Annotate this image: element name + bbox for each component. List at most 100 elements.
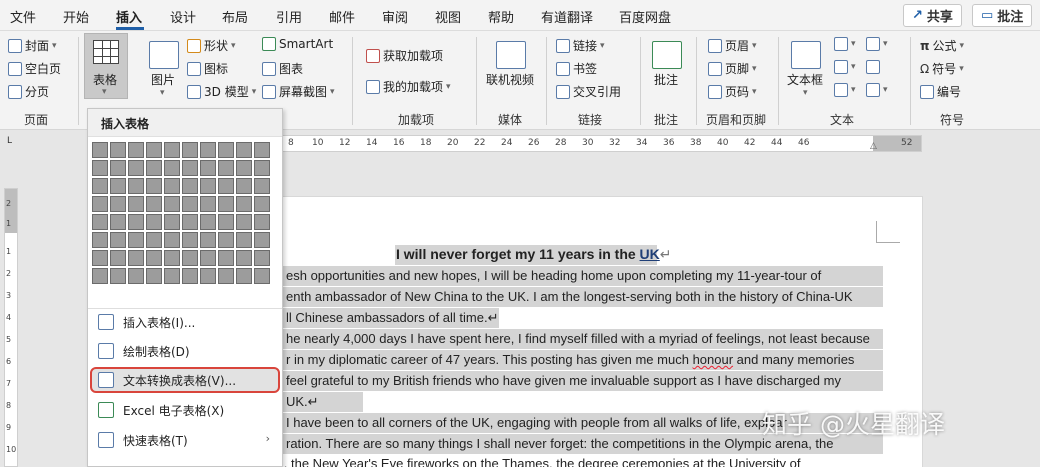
- table-grid-cell[interactable]: [218, 214, 234, 230]
- table-grid-cell[interactable]: [146, 250, 162, 266]
- numbering-button[interactable]: 编号: [920, 83, 961, 100]
- table-grid-cell[interactable]: [92, 214, 108, 230]
- table-grid-cell[interactable]: [182, 160, 198, 176]
- smartart-button[interactable]: SmartArt: [262, 37, 333, 51]
- table-grid-cell[interactable]: [92, 160, 108, 176]
- table-grid-cell[interactable]: [218, 178, 234, 194]
- cross-reference-button[interactable]: 交叉引用: [556, 83, 621, 100]
- table-grid-cell[interactable]: [146, 268, 162, 284]
- page-number-button[interactable]: 页码 ▾: [708, 83, 757, 100]
- table-grid-cell[interactable]: [200, 232, 216, 248]
- table-grid-cell[interactable]: [110, 232, 126, 248]
- tab-design[interactable]: 设计: [170, 7, 196, 26]
- table-grid-cell[interactable]: [218, 160, 234, 176]
- get-addins-button[interactable]: 获取加载项: [366, 47, 443, 64]
- table-grid-cell[interactable]: [254, 250, 270, 266]
- table-grid-cell[interactable]: [128, 214, 144, 230]
- table-grid-cell[interactable]: [92, 196, 108, 212]
- tab-help[interactable]: 帮助: [488, 7, 514, 26]
- tab-mailings[interactable]: 邮件: [329, 7, 355, 26]
- table-grid-cell[interactable]: [254, 268, 270, 284]
- table-grid-cell[interactable]: [254, 178, 270, 194]
- equation-button[interactable]: π 公式 ▾: [920, 37, 964, 54]
- chart-button[interactable]: 图表: [262, 60, 303, 77]
- table-grid-cell[interactable]: [146, 178, 162, 194]
- table-grid-cell[interactable]: [146, 214, 162, 230]
- table-grid-cell[interactable]: [200, 196, 216, 212]
- 3d-models-button[interactable]: 3D 模型 ▾: [187, 83, 256, 100]
- table-grid-cell[interactable]: [128, 178, 144, 194]
- table-grid-cell[interactable]: [146, 142, 162, 158]
- table-grid-cell[interactable]: [128, 196, 144, 212]
- table-grid-cell[interactable]: [236, 178, 252, 194]
- table-grid-cell[interactable]: [164, 160, 180, 176]
- blank-page-button[interactable]: 空白页: [8, 60, 61, 77]
- table-grid-cell[interactable]: [164, 250, 180, 266]
- table-size-grid[interactable]: [92, 142, 280, 284]
- table-grid-cell[interactable]: [128, 142, 144, 158]
- table-grid-cell[interactable]: [182, 178, 198, 194]
- table-grid-cell[interactable]: [236, 160, 252, 176]
- table-grid-cell[interactable]: [200, 178, 216, 194]
- table-grid-cell[interactable]: [254, 232, 270, 248]
- table-grid-cell[interactable]: [110, 160, 126, 176]
- table-grid-cell[interactable]: [110, 268, 126, 284]
- insert-table-item[interactable]: 插入表格(I)...: [90, 309, 280, 335]
- table-grid-cell[interactable]: [110, 250, 126, 266]
- quick-parts-button[interactable]: ▾: [834, 37, 856, 51]
- online-video-button[interactable]: 联机视频: [486, 71, 534, 88]
- table-grid-cell[interactable]: [254, 160, 270, 176]
- cover-page-button[interactable]: 封面 ▾: [8, 37, 57, 54]
- table-grid-cell[interactable]: [92, 232, 108, 248]
- table-grid-cell[interactable]: [236, 214, 252, 230]
- table-grid-cell[interactable]: [200, 142, 216, 158]
- table-grid-cell[interactable]: [146, 160, 162, 176]
- table-grid-cell[interactable]: [110, 196, 126, 212]
- table-grid-cell[interactable]: [254, 214, 270, 230]
- quick-tables-item[interactable]: 快速表格(T) ›: [90, 427, 280, 453]
- table-grid-cell[interactable]: [164, 178, 180, 194]
- tab-references[interactable]: 引用: [276, 7, 302, 26]
- table-grid-cell[interactable]: [182, 250, 198, 266]
- excel-spreadsheet-item[interactable]: Excel 电子表格(X): [90, 397, 280, 423]
- table-grid-cell[interactable]: [218, 142, 234, 158]
- table-grid-cell[interactable]: [236, 232, 252, 248]
- footer-button[interactable]: 页脚 ▾: [708, 60, 757, 77]
- right-indent-marker-icon[interactable]: △: [870, 141, 877, 151]
- table-grid-cell[interactable]: [110, 178, 126, 194]
- tab-view[interactable]: 视图: [435, 7, 461, 26]
- table-grid-cell[interactable]: [110, 142, 126, 158]
- horizontal-ruler[interactable]: 8 10 12 14 16 18 20 22 24 26 28 30 32 34…: [172, 135, 922, 152]
- textbox-button[interactable]: 文本框: [787, 71, 823, 88]
- tab-review[interactable]: 审阅: [382, 7, 408, 26]
- table-grid-cell[interactable]: [182, 196, 198, 212]
- table-grid-cell[interactable]: [200, 160, 216, 176]
- tab-youdao[interactable]: 有道翻译: [541, 7, 593, 26]
- table-grid-cell[interactable]: [164, 214, 180, 230]
- share-button[interactable]: ↗ 共享: [903, 4, 962, 27]
- icons-button[interactable]: 图标: [187, 60, 228, 77]
- picture-button[interactable]: 图片: [151, 71, 175, 88]
- table-grid-cell[interactable]: [182, 214, 198, 230]
- table-grid-cell[interactable]: [236, 142, 252, 158]
- table-grid-cell[interactable]: [128, 250, 144, 266]
- bookmark-button[interactable]: 书签: [556, 60, 597, 77]
- table-grid-cell[interactable]: [110, 214, 126, 230]
- link-button[interactable]: 链接 ▾: [556, 37, 605, 54]
- tab-stop-icon[interactable]: L: [7, 136, 12, 146]
- table-grid-cell[interactable]: [92, 268, 108, 284]
- table-grid-cell[interactable]: [164, 232, 180, 248]
- tab-home[interactable]: 开始: [63, 7, 89, 26]
- table-grid-cell[interactable]: [92, 178, 108, 194]
- table-grid-cell[interactable]: [236, 268, 252, 284]
- header-button[interactable]: 页眉 ▾: [708, 37, 757, 54]
- table-grid-cell[interactable]: [218, 196, 234, 212]
- table-grid-cell[interactable]: [200, 214, 216, 230]
- tab-file[interactable]: 文件: [10, 7, 36, 26]
- table-grid-cell[interactable]: [128, 268, 144, 284]
- table-grid-cell[interactable]: [164, 268, 180, 284]
- table-grid-cell[interactable]: [254, 196, 270, 212]
- symbol-button[interactable]: Ω 符号 ▾: [920, 60, 964, 77]
- table-grid-cell[interactable]: [182, 232, 198, 248]
- table-grid-cell[interactable]: [200, 250, 216, 266]
